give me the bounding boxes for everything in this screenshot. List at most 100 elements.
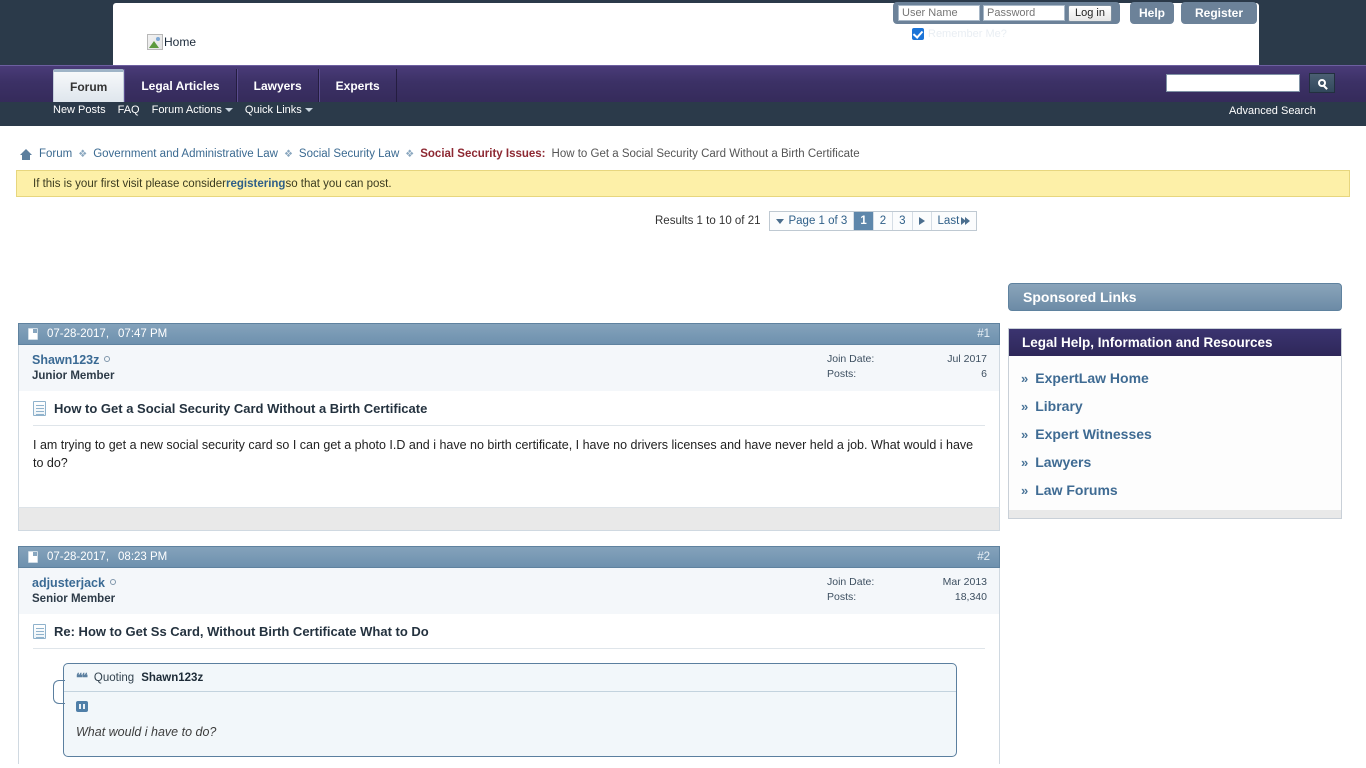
tab-lawyers[interactable]: Lawyers [236,69,319,102]
page-button-1[interactable]: 1 [854,212,874,230]
breadcrumb-item-social-security-issues[interactable]: Social Security Issues: [420,148,545,160]
post-number[interactable]: #2 [977,551,990,563]
offline-status-icon [109,579,116,585]
top-header-bar: Home Log in Remember Me? Help Register [0,0,1366,65]
breadcrumb-separator-icon: ❖ [78,148,88,160]
secondary-nav-items: New Posts FAQ Forum Actions Quick Links [53,104,313,116]
post-number[interactable]: #1 [977,328,990,340]
chevron-down-icon [304,108,313,113]
posts-count-label: Posts: [827,591,857,603]
advanced-search-link[interactable]: Advanced Search [1229,105,1316,117]
primary-nav-tabs: Forum Legal Articles Lawyers Experts [53,69,397,102]
double-chevron-right-icon: » [1021,455,1029,470]
resources-panel: Legal Help, Information and Resources » … [1008,328,1342,519]
post-date: 07-28-2017, [47,328,110,340]
login-button[interactable]: Log in [1068,4,1112,22]
double-chevron-right-icon: » [1021,483,1029,498]
post-time: 08:23 PM [118,551,168,563]
breadcrumb-item-government-law[interactable]: Government and Administrative Law [93,148,278,160]
chevron-down-icon [224,108,233,113]
offline-status-icon [104,356,111,362]
subnav-quick-links[interactable]: Quick Links [245,104,313,116]
remember-me-label: Remember Me? [928,28,1007,40]
post-content: Re: How to Get Ss Card, Without Birth Ce… [18,614,1000,764]
post-marker-icon [28,328,38,340]
username-input[interactable] [898,5,980,21]
posts-count-value: 18,340 [954,591,987,603]
sidebar-item-label: Expert Witnesses [1035,426,1152,442]
tab-forum[interactable]: Forum [53,69,125,102]
quote-header: ❝❝ Quoting Shawn123z [64,664,956,692]
resources-list: » ExpertLaw Home » Library » Expert Witn… [1009,356,1341,510]
remember-me-checkbox[interactable] [912,28,924,40]
search-submit-button[interactable] [1309,73,1335,93]
quote-block: ❝❝ Quoting Shawn123z What would i have t… [53,663,957,757]
post-subject-text: How to Get a Social Security Card Withou… [54,401,428,416]
post-header-left: 07-28-2017, 07:47 PM [28,328,167,340]
breadcrumb-item-forum[interactable]: Forum [39,148,72,160]
post-marker-icon [28,551,38,563]
sidebar-item-library[interactable]: » Library [1009,392,1341,420]
notice-prefix: If this is your first visit please consi… [33,177,227,190]
sidebar-item-lawyers[interactable]: » Lawyers [1009,448,1341,476]
post-1: 07-28-2017, 07:47 PM #1 Shawn123z Junior… [18,323,1000,531]
last-page-label: Last [937,215,960,227]
register-button[interactable]: Register [1181,2,1257,24]
sidebar-item-law-forums[interactable]: » Law Forums [1009,476,1341,504]
notice-suffix: so that you can post. [285,177,392,190]
join-date-value: Mar 2013 [942,576,987,588]
post-footer [18,507,1000,531]
sidebar-item-label: Law Forums [1035,482,1118,498]
post-header: 07-28-2017, 07:47 PM #1 [18,323,1000,345]
breadcrumb-item-social-security-law[interactable]: Social Security Law [299,148,399,160]
post-subject-row: Re: How to Get Ss Card, Without Birth Ce… [33,614,985,649]
sidebar-item-expert-witnesses[interactable]: » Expert Witnesses [1009,420,1341,448]
post-date: 07-28-2017, [47,551,110,563]
logo-alt-text: Home [164,35,197,49]
right-sidebar: Sponsored Links Legal Help, Information … [1008,283,1342,519]
page-button-2[interactable]: 2 [874,212,894,230]
search-input[interactable] [1166,74,1300,92]
post-subject-text: Re: How to Get Ss Card, Without Birth Ce… [54,624,429,639]
page-button-3[interactable]: 3 [893,212,913,230]
posts-count-row: Posts: 6 [827,367,987,382]
sidebar-item-expertlaw-home[interactable]: » ExpertLaw Home [1009,364,1341,392]
post-content: How to Get a Social Security Card Withou… [18,391,1000,507]
next-page-button[interactable] [913,212,932,230]
register-link[interactable]: registering [226,178,285,190]
posts-count-value: 6 [981,368,987,380]
sidebar-item-label: Lawyers [1035,454,1092,470]
quote-marks-icon: ❝❝ [76,671,88,685]
post-document-icon [33,624,46,639]
password-input[interactable] [983,5,1065,21]
quote-text: What would i have to do? [76,725,217,739]
breadcrumb-separator-icon: ❖ [283,148,293,160]
subnav-faq[interactable]: FAQ [118,104,140,116]
resources-header: Legal Help, Information and Resources [1009,329,1341,356]
page-body: Forum ❖ Government and Administrative La… [0,126,1366,768]
post-author-link[interactable]: adjusterjack [32,576,116,590]
post-document-icon [33,401,46,416]
first-visit-notice: If this is your first visit please consi… [16,170,1350,197]
page-selector-label: Page 1 of 3 [788,215,848,227]
quote-author-link[interactable]: Shawn123z [141,672,203,684]
post-2: 07-28-2017, 08:23 PM #2 adjusterjack Sen… [18,546,1000,764]
pagination: Results 1 to 10 of 21 Page 1 of 3 1 2 3 … [655,211,978,231]
breadcrumb-separator-icon: ❖ [405,148,415,160]
last-page-button[interactable]: Last [932,212,977,230]
post-message-text: I am trying to get a new social security… [33,438,974,470]
post-author-link[interactable]: Shawn123z [32,353,111,367]
post-time: 07:47 PM [118,328,168,340]
subnav-forum-actions[interactable]: Forum Actions [152,104,233,116]
join-date-row: Join Date: Jul 2017 [827,352,987,367]
help-button[interactable]: Help [1130,2,1174,24]
site-logo-link[interactable]: Home [147,34,196,50]
quote-wrapper: ❝❝ Quoting Shawn123z What would i have t… [33,649,985,757]
page-selector-dropdown[interactable]: Page 1 of 3 [770,212,855,230]
subnav-new-posts[interactable]: New Posts [53,104,106,116]
quote-jump-icon[interactable] [76,701,88,712]
tab-experts[interactable]: Experts [318,69,397,102]
tab-legal-articles[interactable]: Legal Articles [124,69,237,102]
home-icon [20,148,32,160]
post-author-title: Junior Member [32,370,115,382]
